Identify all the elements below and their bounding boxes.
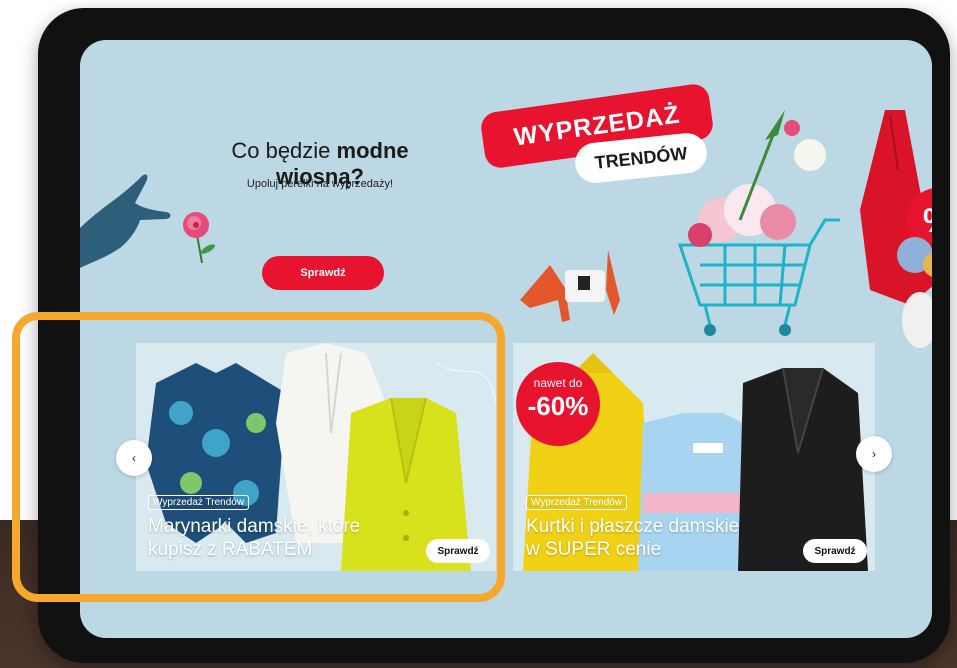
card-title: Kurtki i płaszcze damskie w SUPER cenie [526, 515, 739, 561]
percent-symbol: % [923, 202, 932, 240]
card-check-button[interactable]: Sprawdź [803, 539, 867, 563]
highlight-frame [12, 312, 505, 602]
card-title-line: w SUPER cenie [526, 539, 662, 560]
hero-title-prefix: Co będzie [231, 138, 337, 163]
hero-subtitle: Upoluj perełki na wyprzedaży! [246, 178, 394, 190]
discount-badge: nawet do -60% [516, 362, 600, 446]
chevron-right-icon: › [872, 447, 876, 461]
card-tag: Wyprzedaż Trendów [526, 495, 628, 510]
hero-cta-button[interactable]: Sprawdź [262, 256, 384, 290]
discount-small-text: nawet do [533, 376, 583, 390]
carousel-next-button[interactable]: › [856, 436, 892, 472]
flower-illustration [183, 212, 216, 264]
discount-value: -60% [527, 391, 589, 421]
card-title-line: Kurtki i płaszcze damskie [526, 516, 740, 537]
